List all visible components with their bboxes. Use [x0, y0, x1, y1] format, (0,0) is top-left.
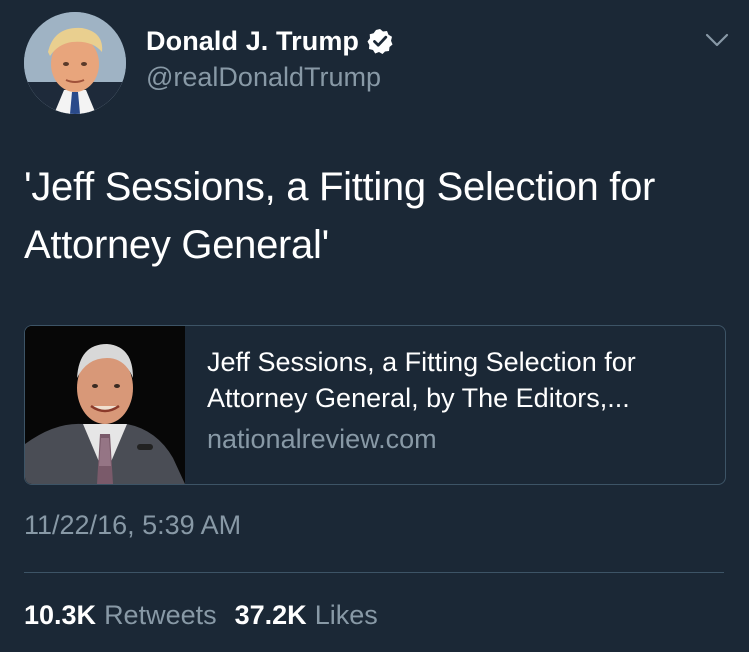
card-thumbnail: [25, 326, 185, 484]
retweets-label: Retweets: [104, 600, 217, 630]
chevron-down-icon[interactable]: [704, 30, 730, 50]
retweets-count: 10.3K: [24, 600, 97, 630]
author-handle[interactable]: @realDonaldTrump: [146, 62, 381, 93]
tweet-stats: 10.3K Retweets 37.2K Likes: [24, 600, 378, 631]
author-name-row[interactable]: Donald J. Trump: [146, 24, 393, 58]
likes-stat[interactable]: 37.2K Likes: [235, 600, 378, 631]
verified-badge-icon: [367, 29, 393, 54]
card-title[interactable]: Jeff Sessions, a Fitting Selection for A…: [207, 344, 712, 416]
divider: [24, 572, 724, 573]
tweet-text: 'Jeff Sessions, a Fitting Selection for …: [24, 165, 656, 267]
tweet-container: Donald J. Trump @realDonaldTrump 'Jeff S…: [0, 0, 749, 652]
avatar-photo-icon: [24, 12, 126, 114]
tweet-timestamp[interactable]: 11/22/16, 5:39 AM: [24, 510, 241, 541]
likes-count: 37.2K: [234, 600, 307, 630]
article-thumbnail-photo-icon: [25, 326, 185, 484]
avatar[interactable]: [24, 12, 126, 114]
card-domain[interactable]: nationalreview.com: [207, 424, 437, 455]
retweets-stat[interactable]: 10.3K Retweets: [24, 600, 217, 631]
display-name[interactable]: Donald J. Trump: [146, 26, 359, 57]
link-card[interactable]: Jeff Sessions, a Fitting Selection for A…: [24, 325, 726, 485]
likes-label: Likes: [314, 600, 378, 630]
